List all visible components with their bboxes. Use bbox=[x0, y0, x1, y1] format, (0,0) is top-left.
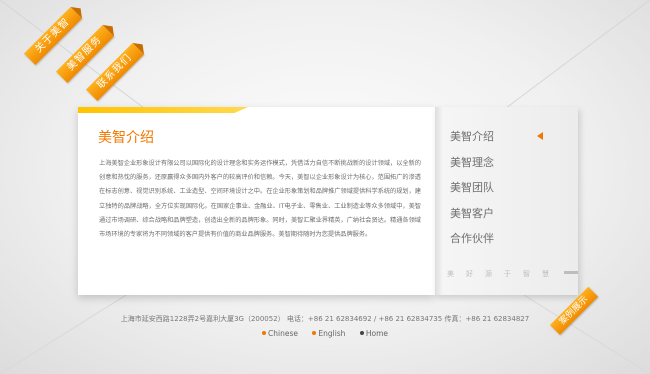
nav-item-partners-label: 合作伙伴 bbox=[450, 232, 494, 245]
active-arrow-icon bbox=[537, 132, 543, 140]
lang-english[interactable]: English bbox=[312, 329, 345, 338]
nav-item-philosophy[interactable]: 美智理念 bbox=[450, 150, 550, 176]
lang-english-label: English bbox=[318, 329, 346, 338]
motto-text: 美好源于智慧 bbox=[447, 270, 561, 278]
nav-item-team-label: 美智团队 bbox=[450, 181, 494, 194]
corner-ribbon[interactable]: 案例展示 bbox=[545, 286, 599, 347]
lang-home[interactable]: Home bbox=[359, 329, 388, 338]
side-panel: 美智介绍 美智理念 美智团队 美智客户 合作伙伴 美好源于智慧 bbox=[435, 107, 578, 295]
language-switcher: Chinese English Home bbox=[0, 329, 650, 338]
top-ribbon-menu: 关于美智 美智服务 联系我们 bbox=[0, 0, 160, 120]
ribbon-contact-label: 联系我们 bbox=[95, 52, 135, 92]
lang-home-label: Home bbox=[365, 329, 388, 338]
nav-item-intro-label: 美智介绍 bbox=[450, 130, 494, 143]
bullet-icon bbox=[262, 331, 266, 335]
footer-address: 上海市延安西路1228弄2号嘉利大厦3G（200052） 电话：+86 21 6… bbox=[120, 315, 530, 323]
side-nav: 美智介绍 美智理念 美智团队 美智客户 合作伙伴 bbox=[450, 124, 550, 252]
nav-item-clients-label: 美智客户 bbox=[450, 206, 494, 220]
ribbon-service-label: 美智服务 bbox=[65, 34, 105, 74]
intro-paragraph: 上海美智企业形象设计有限公司以国际化的设计理念和实务运作模式，凭借活力自信不断挑… bbox=[99, 160, 421, 239]
bullet-icon bbox=[312, 331, 317, 335]
nav-item-philosophy-label: 美智理念 bbox=[450, 155, 494, 169]
nav-item-intro[interactable]: 美智介绍 bbox=[450, 124, 550, 150]
ribbon-about-label: 关于美智 bbox=[33, 16, 73, 56]
nav-item-partners[interactable]: 合作伙伴 bbox=[450, 226, 550, 252]
content-card: 美智介绍 上海美智企业形象设计有限公司以国际化的设计理念和实务运作模式，凭借活力… bbox=[78, 107, 435, 295]
card-accent-bar bbox=[78, 107, 248, 113]
page-title: 美智介绍 bbox=[98, 130, 154, 146]
lang-chinese[interactable]: Chinese bbox=[262, 329, 298, 338]
nav-item-clients[interactable]: 美智客户 bbox=[450, 201, 550, 227]
lang-chinese-label: Chinese bbox=[268, 329, 298, 338]
nav-item-team[interactable]: 美智团队 bbox=[450, 175, 550, 201]
bullet-icon bbox=[359, 331, 364, 335]
motto-divider bbox=[564, 271, 578, 274]
